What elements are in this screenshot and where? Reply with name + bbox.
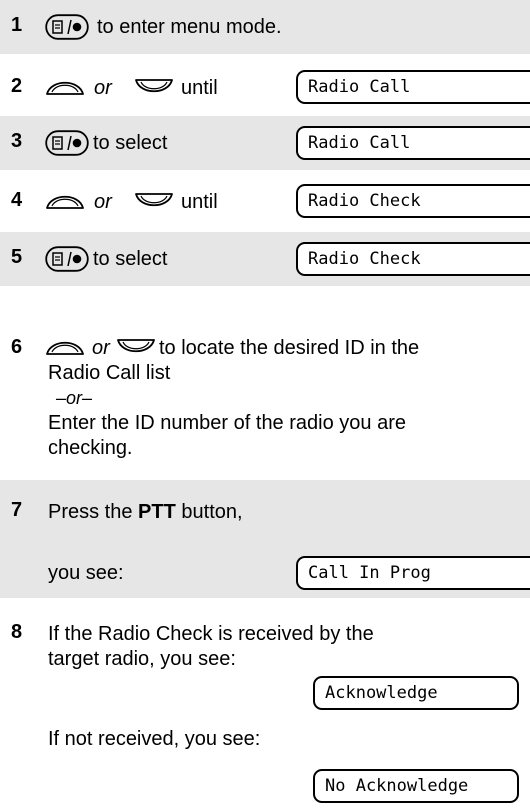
display-readout: Acknowledge [313, 676, 519, 710]
step-3: 3 to select Radio Call [0, 116, 530, 170]
scroll-up-button-icon [45, 188, 85, 214]
scroll-up-button-icon [45, 334, 85, 360]
step-text: Enter the ID number of the radio you are [48, 412, 406, 434]
step-text: to select [93, 132, 168, 154]
display-readout: Radio Call [296, 126, 530, 160]
or-label: or [92, 337, 110, 359]
display-readout: Radio Check [296, 242, 530, 276]
display-readout: No Acknowledge [313, 769, 519, 803]
scroll-up-button-icon [45, 74, 85, 100]
step-number: 2 [11, 75, 23, 97]
ptt-label: PTT [138, 501, 176, 523]
scroll-down-button-icon [116, 334, 156, 360]
scroll-down-button-icon [134, 74, 174, 100]
step-text: until [181, 191, 218, 213]
step-text: to enter menu mode. [97, 16, 282, 38]
step-text: If not received, you see: [48, 728, 261, 750]
step-1: 1 to enter menu mode. [0, 0, 530, 54]
step-number: 8 [11, 621, 23, 643]
step-6: 6 or to locate the desired ID in the Rad… [0, 294, 530, 464]
step-text: If the Radio Check is received by the [48, 623, 374, 645]
step-text: until [181, 77, 218, 99]
step-text: to locate the desired ID in the [159, 337, 420, 359]
step-number: 3 [11, 130, 23, 152]
step-text: Radio Call list [48, 362, 171, 384]
display-readout: Call In Prog [296, 556, 530, 590]
step-5: 5 to select Radio Check [0, 232, 530, 286]
display-readout: Radio Call [296, 70, 530, 104]
step-number: 1 [11, 14, 23, 36]
step-text: target radio, you see: [48, 648, 236, 670]
step-number: 4 [11, 189, 23, 211]
step-text: to select [93, 248, 168, 270]
step-7: 7 Press the PTT button, you see: Call In… [0, 480, 530, 598]
display-readout: Radio Check [296, 184, 530, 218]
or-label: or [94, 191, 112, 213]
alternative-label: –or– [56, 388, 93, 408]
step-2: 2 or until Radio Call [0, 62, 530, 114]
step-text: you see: [48, 562, 124, 584]
step-number: 7 [11, 499, 23, 521]
scroll-down-button-icon [134, 188, 174, 214]
step-number: 5 [11, 246, 23, 268]
step-4: 4 or until Radio Check [0, 176, 530, 228]
step-number: 6 [11, 336, 23, 358]
menu-select-button-icon [45, 130, 89, 156]
menu-select-button-icon [45, 246, 89, 272]
menu-select-button-icon [45, 14, 89, 40]
step-text: checking. [48, 437, 133, 459]
step-text: Press the PTT button, [48, 501, 243, 523]
or-label: or [94, 77, 112, 99]
step-8: 8 If the Radio Check is received by the … [0, 608, 530, 808]
